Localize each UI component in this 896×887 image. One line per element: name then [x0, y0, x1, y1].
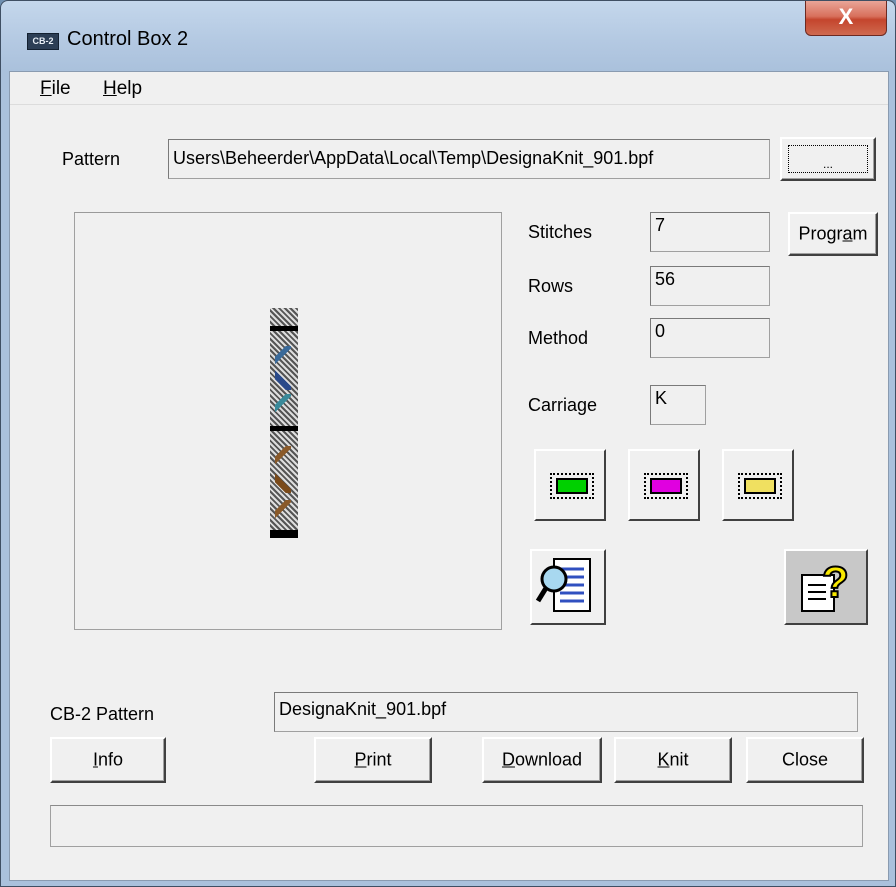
knit-carriage-yellow-icon: [738, 473, 782, 499]
svg-text:?: ?: [822, 558, 849, 607]
program-button-label: Program: [798, 223, 868, 244]
download-button-label: Download: [501, 749, 583, 770]
browse-button-label: ...: [822, 156, 833, 171]
menu-bar: File Help: [10, 72, 888, 105]
method-field[interactable]: 0: [650, 318, 770, 358]
strip-motif-brown: [275, 473, 291, 493]
print-button[interactable]: Print: [314, 737, 432, 783]
carriage-field[interactable]: K: [650, 385, 706, 425]
cb2-pattern-field[interactable]: DesignaKnit_901.bpf: [274, 692, 858, 732]
app-window: CB-2 Control Box 2 X File Help Pattern U…: [0, 0, 896, 887]
knit-button-label: Knit: [657, 749, 689, 770]
cb2-pattern-label: CB-2 Pattern: [50, 704, 155, 724]
main-panel: Pattern Users\Beheerder\AppData\Local\Te…: [10, 105, 888, 880]
knit-carriage-green-icon: [550, 473, 594, 499]
carriage-magenta-button[interactable]: [628, 449, 700, 521]
download-button[interactable]: Download: [482, 737, 602, 783]
close-button-label: Close: [781, 749, 829, 770]
pattern-preview: [74, 212, 502, 630]
rows-label: Rows: [528, 276, 574, 296]
help-button[interactable]: ?: [784, 549, 868, 625]
close-button[interactable]: Close: [746, 737, 864, 783]
view-pattern-button[interactable]: [530, 549, 606, 625]
strip-motif-brown: [275, 500, 291, 520]
carriage-green-button[interactable]: [534, 449, 606, 521]
print-button-label: Print: [354, 749, 392, 770]
strip-motif-teal: [275, 394, 291, 414]
strip-motif-blue: [275, 346, 291, 366]
client-area: File Help Pattern Users\Beheerder\AppDat…: [9, 71, 889, 881]
menu-help-mnemonic: H: [103, 78, 117, 99]
carriage-yellow-button[interactable]: [722, 449, 794, 521]
strip-motif-brown: [275, 446, 291, 466]
magnifier-document-icon: [535, 558, 591, 612]
program-button[interactable]: Program: [788, 212, 878, 256]
pattern-strip-image: [270, 308, 298, 538]
knit-carriage-magenta-icon: [644, 473, 688, 499]
strip-band: [270, 426, 298, 431]
app-icon: CB-2: [27, 33, 59, 50]
knit-button[interactable]: Knit: [614, 737, 732, 783]
browse-pattern-button[interactable]: ...: [780, 137, 876, 181]
menu-file-label: ile: [51, 78, 71, 99]
carriage-label: Carriage: [528, 395, 598, 415]
menu-file[interactable]: File: [40, 78, 71, 100]
menu-file-mnemonic: F: [40, 78, 52, 99]
close-window-button[interactable]: X: [805, 1, 887, 36]
status-bar: [50, 805, 863, 847]
pattern-label: Pattern: [62, 149, 121, 169]
stitches-label: Stitches: [528, 222, 593, 242]
window-title: Control Box 2: [67, 28, 189, 50]
strip-motif-blue: [275, 370, 291, 390]
menu-help-label: elp: [116, 78, 143, 99]
strip-band: [270, 530, 298, 538]
rows-field[interactable]: 56: [650, 266, 770, 306]
method-label: Method: [528, 328, 589, 348]
pattern-path-field[interactable]: Users\Beheerder\AppData\Local\Temp\Desig…: [168, 139, 770, 179]
info-button[interactable]: Info: [50, 737, 166, 783]
title-bar[interactable]: CB-2 Control Box 2 X: [1, 1, 895, 63]
menu-help[interactable]: Help: [103, 78, 142, 100]
stitches-field[interactable]: 7: [650, 212, 770, 252]
strip-band: [270, 326, 298, 331]
info-button-label: Info: [92, 749, 124, 770]
help-document-icon: ?: [801, 557, 850, 612]
